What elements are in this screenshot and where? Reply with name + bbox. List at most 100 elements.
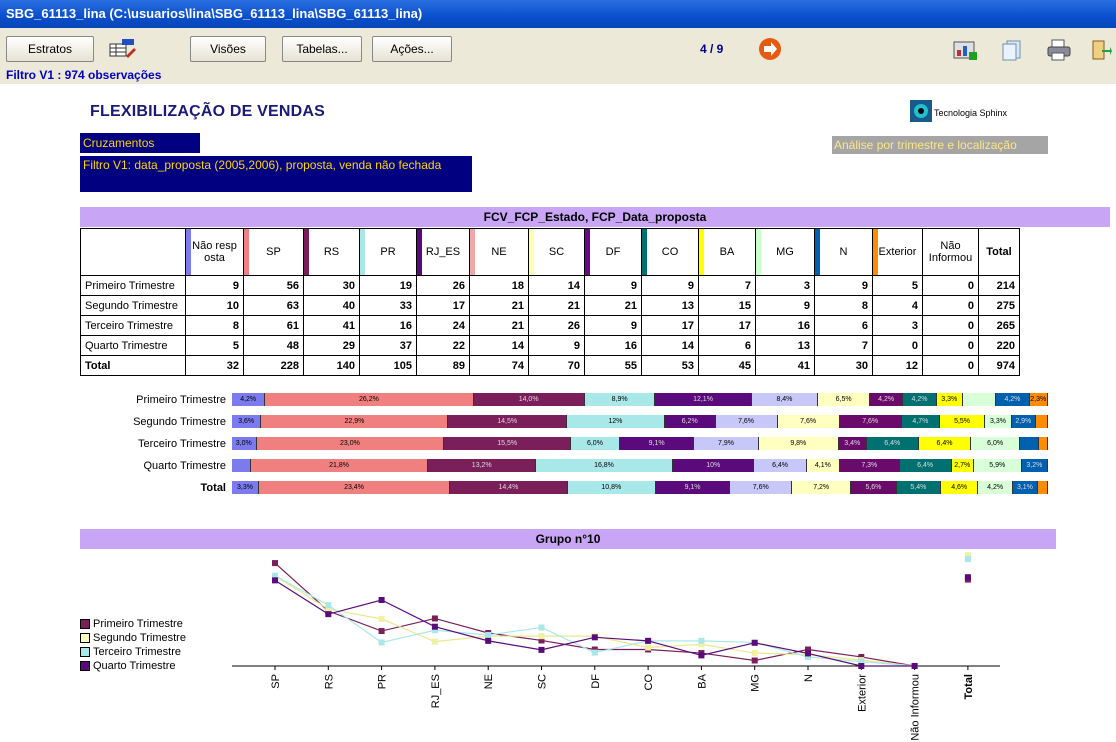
table-cell: 22 (416, 335, 470, 356)
table-cell: 19 (359, 275, 417, 296)
acoes-button[interactable]: Ações... (372, 36, 452, 62)
bar-segment: 14,5% (448, 415, 567, 428)
table-row: Primeiro Trimestre 9 56 30 19 26 18 14 9 9 7 3 9 5 0 21… (80, 275, 1020, 296)
data-point (591, 649, 598, 656)
table-cell: 9 (584, 275, 642, 296)
x-tick-label: BA (696, 673, 708, 688)
bar-segment: 14,4% (450, 481, 568, 494)
print-icon[interactable] (1046, 38, 1072, 62)
table-edit-icon[interactable] (108, 38, 136, 60)
bar-segment: 22,9% (261, 415, 449, 428)
data-point (431, 638, 438, 645)
table-cell: 0 (922, 335, 979, 356)
visoes-button[interactable]: Visões (190, 36, 266, 62)
column-color-swatch (699, 229, 704, 275)
export-chart-icon[interactable] (952, 38, 980, 62)
table-cell: 55 (584, 355, 642, 376)
bar-segment: 6,0% (971, 437, 1021, 450)
table-cell: 9 (814, 275, 873, 296)
table-cell: 14 (469, 335, 529, 356)
column-color-swatch (585, 229, 590, 275)
table-title: FCV_FCP_Estado, FCP_Data_proposta (80, 207, 1110, 227)
column-header: CO (641, 228, 699, 276)
column-header-label: CO (661, 246, 679, 258)
tabelas-button[interactable]: Tabelas... (282, 36, 362, 62)
column-header: DF (584, 228, 642, 276)
exit-icon[interactable] (1090, 38, 1112, 62)
x-tick-label: RJ_ES (430, 674, 442, 708)
row-label: Total (80, 355, 186, 376)
column-header-label: NE (491, 246, 507, 258)
column-header: PR (359, 228, 417, 276)
table-cell: 0 (922, 355, 979, 376)
data-point (325, 611, 332, 618)
table-cell: 0 (922, 295, 979, 316)
bar-segment: 4,2% (903, 393, 937, 406)
bar-segment: 3,2% (1021, 459, 1048, 472)
bar-segment: 3,6% (232, 415, 262, 428)
data-point (964, 556, 971, 563)
bar-segment: 3,3% (985, 415, 1012, 428)
column-color-swatch (470, 229, 475, 275)
column-header-label: SC (548, 246, 565, 258)
next-arrow-icon[interactable] (757, 36, 783, 62)
stacked-bar: 3,3% 23,4% 14,4% 10,8% 9,1% 7,6% 7,2% 5,6% 5,4% 4… (232, 481, 1048, 494)
bar-segment: 4,6% (940, 481, 979, 494)
table-cell: 17 (698, 315, 756, 336)
table-cell: 41 (303, 315, 360, 336)
row-label: Segundo Trimestre (80, 295, 186, 316)
data-point (272, 577, 278, 584)
table-cell: 26 (416, 275, 470, 296)
data-point (805, 650, 811, 657)
table-cell: 21 (469, 315, 529, 336)
analysis-label: Análise por trimestre e localização (832, 136, 1048, 154)
table-cell: 228 (243, 355, 304, 376)
column-header-label: Exterior (878, 246, 917, 258)
x-tick-label: Total (963, 674, 975, 699)
table-cell: 0 (872, 335, 923, 356)
table-cell: 275 (978, 295, 1020, 316)
bar-segment (1038, 481, 1048, 494)
bar-segment: 8,9% (584, 393, 656, 406)
table-cell: 0 (922, 275, 979, 296)
bar-segment: 5,9% (973, 459, 1022, 472)
table-cell: 41 (755, 355, 815, 376)
column-color-swatch (642, 229, 647, 275)
data-point (538, 646, 545, 653)
column-color-swatch (529, 229, 534, 275)
table-cell: 17 (641, 315, 699, 336)
x-tick-label: RS (323, 674, 335, 689)
table-row: Terceiro Trimestre 8 61 41 16 24 21 26 9 17 17 16 6 3… (80, 315, 1020, 336)
column-color-swatch (417, 229, 422, 275)
line-chart: SP RS PR RJ_ES NE SC DF CO BA MG N Exterior Não Info… (232, 552, 1000, 741)
table-cell: 17 (416, 295, 470, 316)
data-point (325, 602, 332, 609)
bar-segment: 2,9% (1011, 415, 1036, 428)
copy-icon[interactable] (1000, 38, 1024, 62)
sphinx-logo-icon (910, 100, 932, 122)
column-header: MG (755, 228, 815, 276)
bar-segment: 6,5% (818, 393, 870, 406)
table-cell: 9 (584, 315, 642, 336)
chart-title: Grupo n°10 (80, 529, 1056, 549)
column-header: RS (303, 228, 360, 276)
table-cell: 105 (359, 355, 417, 376)
x-tick-label: MG (750, 674, 762, 692)
estratos-button[interactable]: Estratos (6, 36, 94, 62)
bar-segment: 21,8% (250, 459, 429, 472)
column-color-swatch (756, 229, 761, 275)
table-cell: 61 (243, 315, 304, 336)
column-header: NE (469, 228, 529, 276)
crosstab-table: Não resp osta SP RS PR RJ_ES NE SC DF CO BA MG N Ext… (80, 228, 1020, 376)
bar-segment: 23,0% (256, 437, 445, 450)
page-title: FLEXIBILIZAÇÃO DE VENDAS (90, 103, 326, 120)
table-cell: 48 (243, 335, 304, 356)
data-point (538, 624, 545, 631)
table-cell: 9 (185, 275, 244, 296)
table-row: Total 32 228 140 105 89 74 70 55 53 45 41 30 12 0 974 (80, 355, 1020, 376)
window-title: SBG_61113_lina (C:\usuarios\lina\SBG_611… (0, 0, 1116, 28)
table-cell: 14 (528, 275, 585, 296)
column-header-label: N (839, 246, 848, 258)
table-cell: 9 (641, 275, 699, 296)
bar-segment: 10% (672, 459, 755, 472)
